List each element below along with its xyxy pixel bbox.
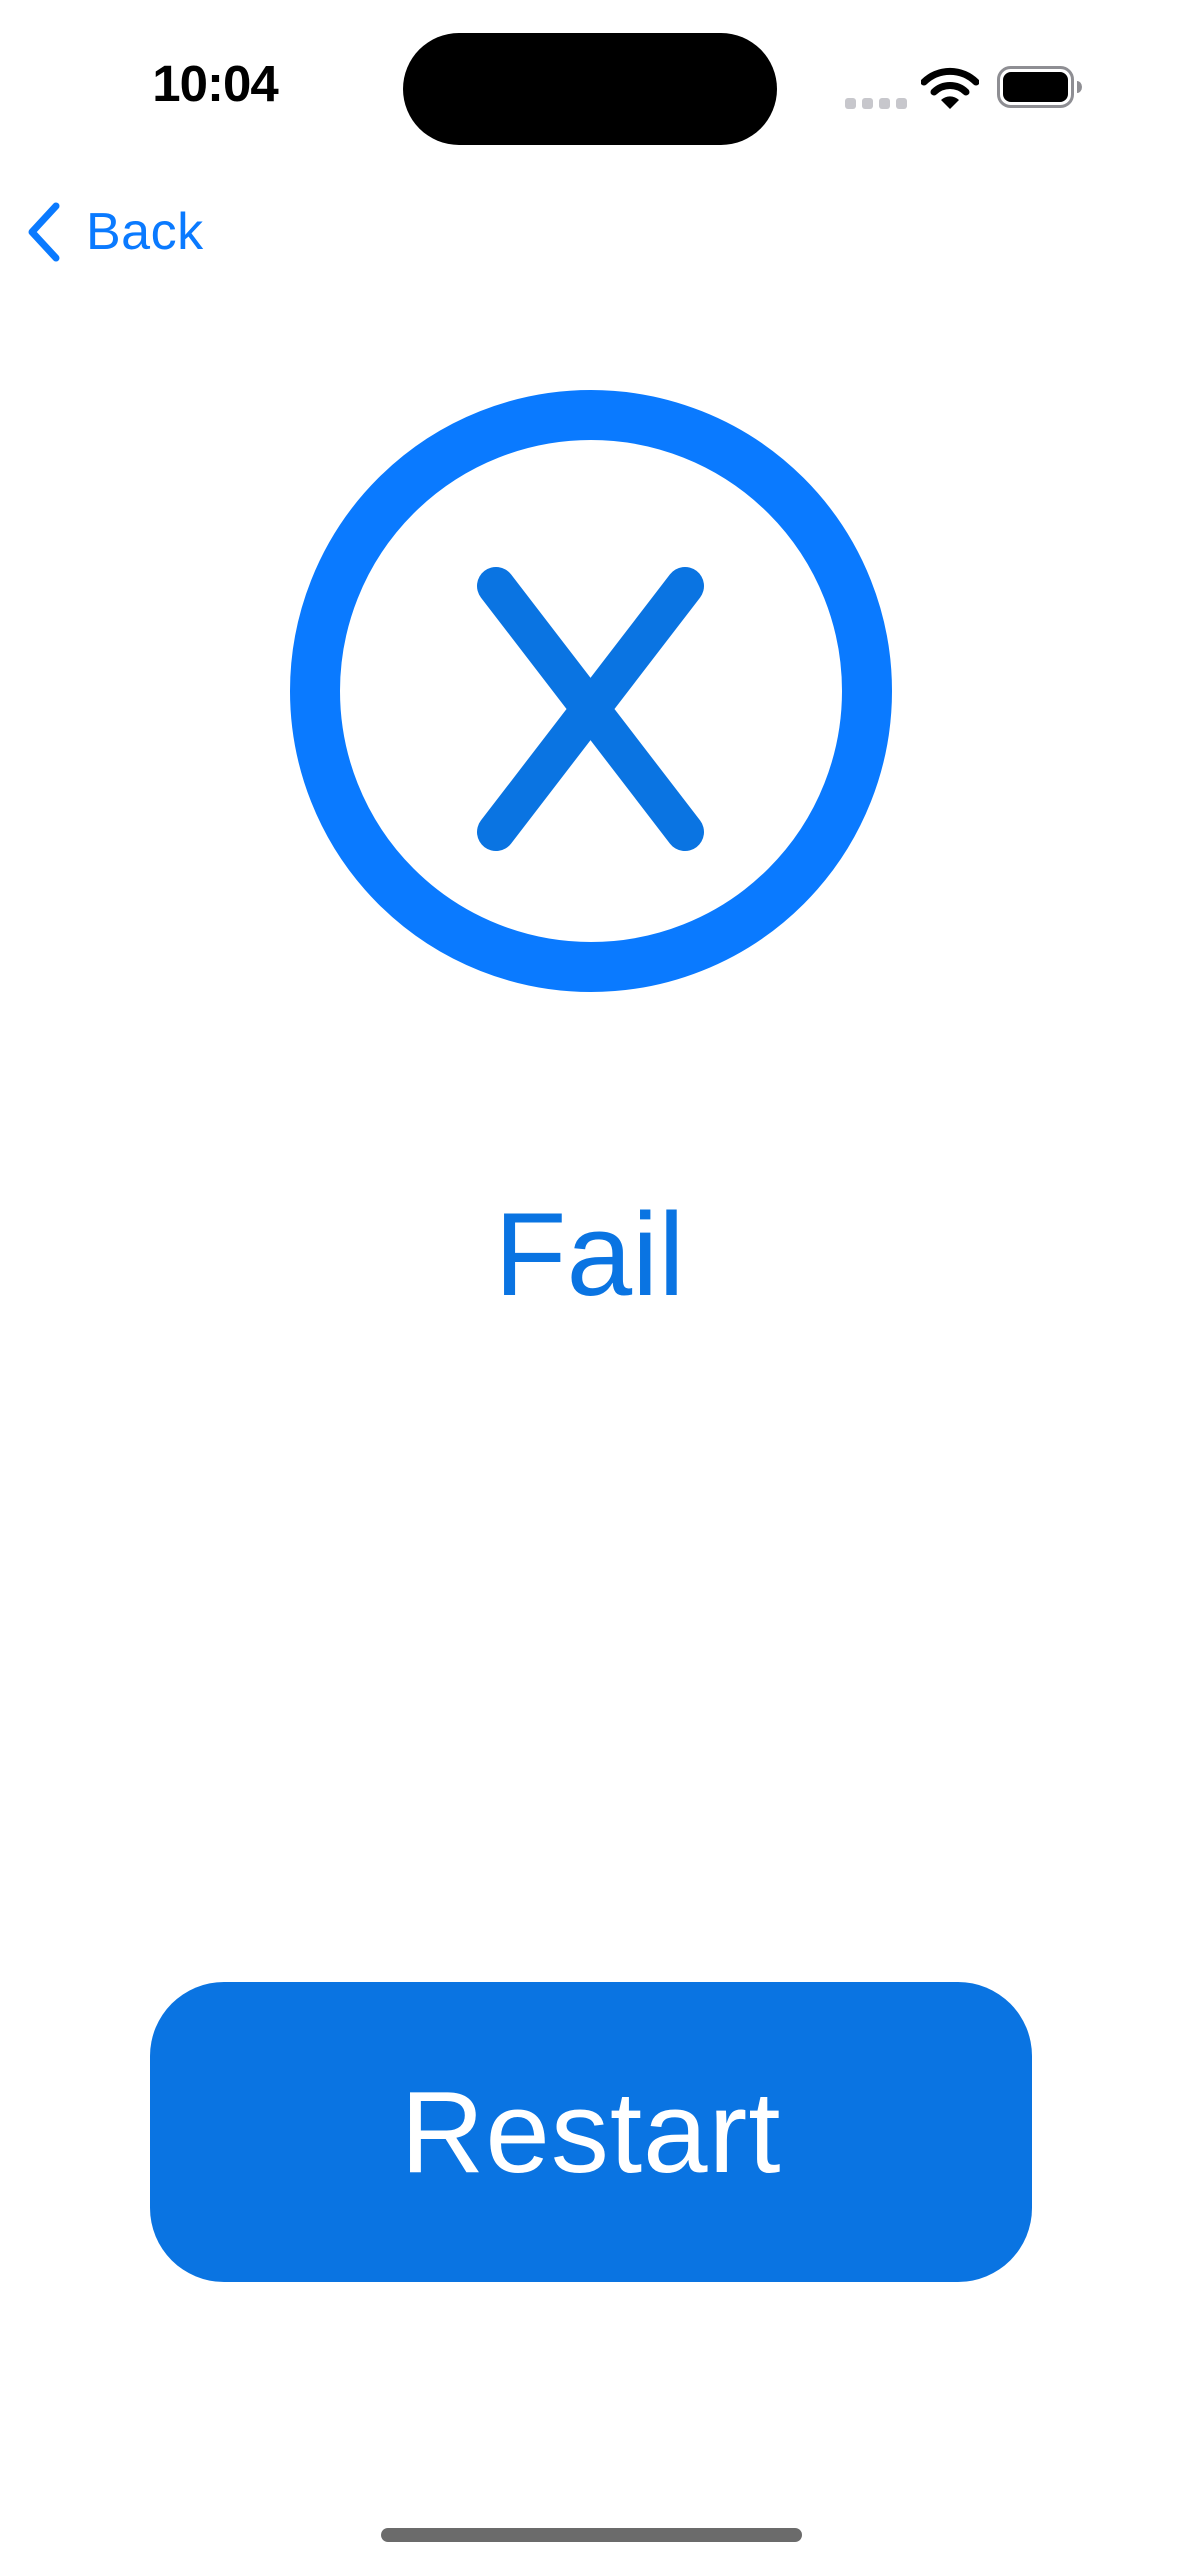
- status-time: 10:04: [152, 55, 278, 112]
- chevron-left-icon: [28, 202, 60, 262]
- dynamic-island: [403, 33, 777, 145]
- back-button[interactable]: Back: [22, 192, 204, 272]
- result-text: Fail: [494, 1189, 685, 1321]
- battery-icon: [997, 66, 1082, 108]
- restart-button[interactable]: Restart: [150, 1982, 1032, 2282]
- cellular-signal-icon: [845, 95, 907, 109]
- xmark-circle-icon: [290, 390, 892, 992]
- status-bar: 10:04: [0, 0, 1179, 170]
- back-label: Back: [86, 203, 204, 261]
- wifi-icon: [921, 67, 979, 109]
- home-indicator: [381, 2528, 802, 2542]
- restart-button-label: Restart: [400, 2067, 782, 2197]
